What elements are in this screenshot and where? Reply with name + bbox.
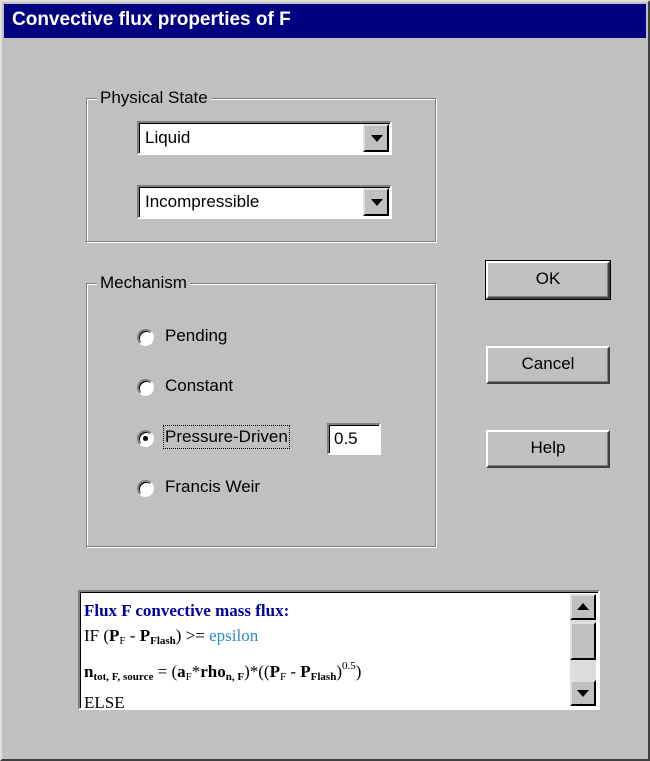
compressibility-select-value: Incompressible: [145, 192, 260, 211]
dialog-window: Convective flux properties of F Physical…: [0, 0, 650, 761]
scroll-down-icon[interactable]: [570, 680, 596, 706]
equation-else-line: ELSE: [84, 693, 125, 710]
pressure-coefficient-input[interactable]: [327, 423, 381, 455]
radio-pending-circle[interactable]: [137, 329, 154, 346]
equation-textbox[interactable]: Flux F convective mass flux: IF (PF - PF…: [78, 590, 600, 710]
help-button[interactable]: Help: [486, 430, 610, 468]
physical-state-label: Physical State: [97, 87, 211, 109]
window-title: Convective flux properties of F: [12, 9, 291, 30]
equation-scrollbar[interactable]: [570, 594, 596, 706]
radio-francis-weir-label[interactable]: Francis Weir: [165, 477, 260, 497]
radio-pending-label[interactable]: Pending: [165, 326, 227, 346]
radio-constant-circle[interactable]: [137, 379, 154, 396]
state-select-value: Liquid: [145, 128, 191, 147]
equation-formula-line: ntot, F, source = (aF*rhon, F)*((PF - PF…: [84, 660, 362, 683]
mechanism-label: Mechanism: [97, 272, 190, 294]
scroll-up-icon[interactable]: [570, 594, 596, 620]
ok-button[interactable]: OK: [485, 260, 611, 300]
state-select-dropdown-button[interactable]: [363, 124, 389, 152]
equation-heading: Flux F convective mass flux:: [84, 601, 290, 620]
state-select[interactable]: Liquid: [137, 121, 392, 155]
epsilon-text: epsilon: [209, 626, 259, 645]
radio-constant-label[interactable]: Constant: [165, 376, 233, 396]
title-bar: Convective flux properties of F: [4, 4, 646, 38]
physical-state-group: Physical State Liquid Incompressible: [86, 87, 436, 242]
radio-pressure-driven-circle[interactable]: [137, 430, 154, 447]
compressibility-select[interactable]: Incompressible: [137, 185, 392, 219]
mechanism-group: Mechanism Pending Constant Pressure-Driv…: [86, 272, 436, 547]
equation-content: Flux F convective mass flux: IF (PF - PF…: [84, 598, 568, 710]
cancel-button[interactable]: Cancel: [486, 346, 610, 384]
equation-if-line: IF (PF - PFlash) >= epsilon: [84, 626, 259, 647]
compressibility-select-dropdown-button[interactable]: [363, 188, 389, 216]
radio-francis-weir-circle[interactable]: [137, 480, 154, 497]
scroll-thumb[interactable]: [570, 622, 596, 660]
radio-pressure-driven-label[interactable]: Pressure-Driven: [163, 425, 290, 449]
